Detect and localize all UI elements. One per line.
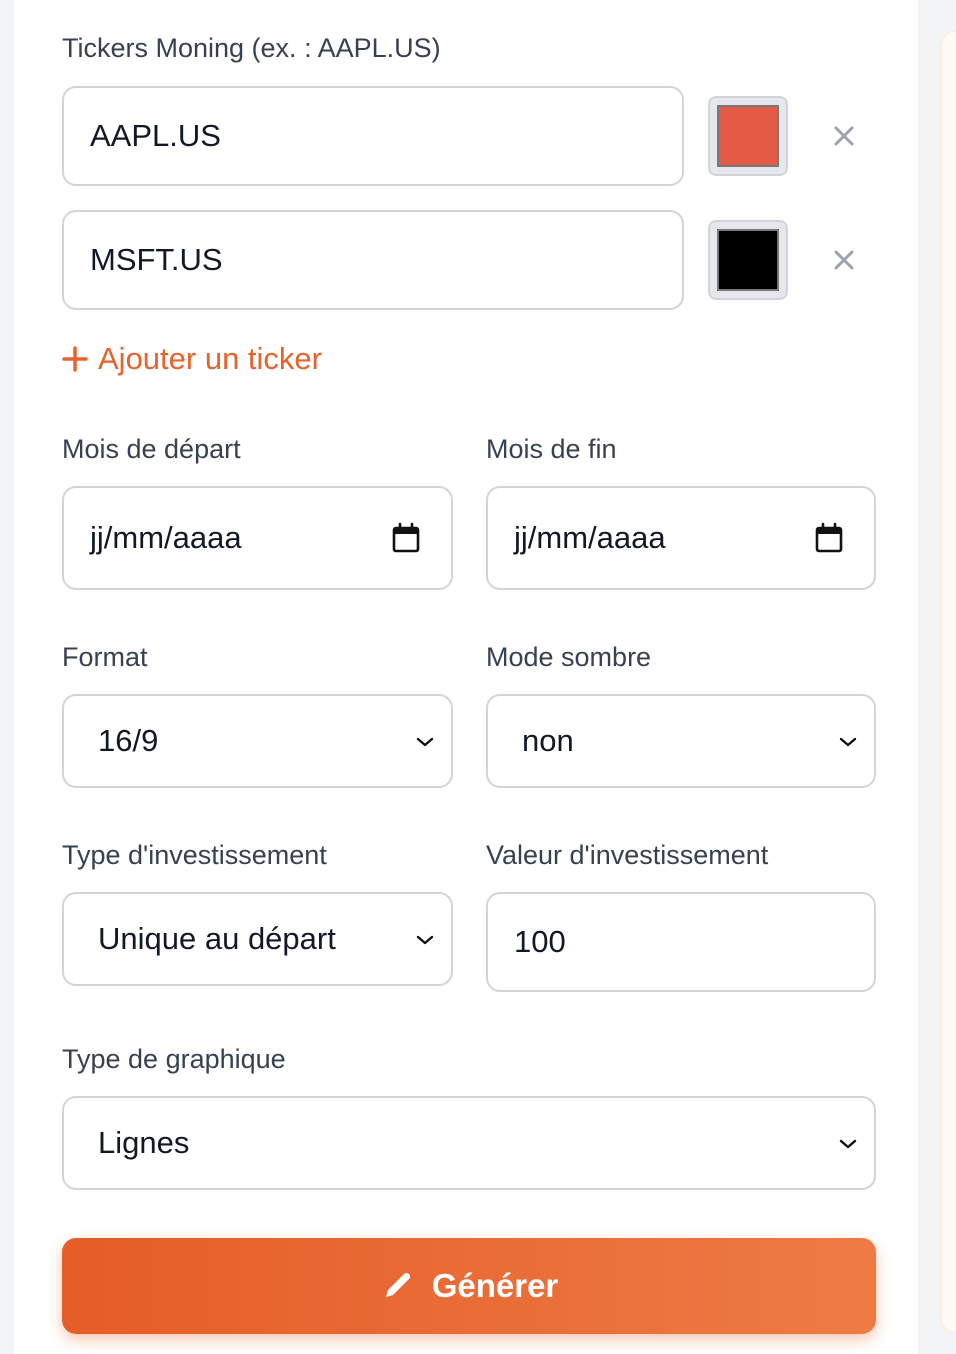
ticker-color-2 [717,229,779,291]
chart-type-select[interactable]: Lignes [62,1096,876,1190]
investment-value-input[interactable]: 100 [486,892,876,992]
tickers-label: Tickers Moning (ex. : AAPL.US) [62,33,441,63]
preview-panel [940,30,956,1334]
ticker-color-1 [717,105,779,167]
start-month-value: jj/mm/aaaa [90,520,242,555]
add-ticker-button[interactable]: Ajouter un ticker [62,338,322,380]
ticker-color-picker-2[interactable] [708,220,788,300]
investment-type-label: Type d'investissement [62,840,327,870]
generate-label: Générer [431,1267,559,1304]
end-month-label: Mois de fin [486,434,617,464]
chevron-down-icon [839,737,857,747]
ticker-input-1[interactable]: AAPL.US [62,86,684,186]
chevron-down-icon [416,935,434,945]
generate-button[interactable]: Générer [62,1238,876,1334]
investment-value-value: 100 [514,924,566,959]
investment-type-value: Unique au départ [98,921,336,956]
start-month-label: Mois de départ [62,434,241,464]
remove-ticker-1-button[interactable] [829,121,859,151]
investment-type-select[interactable]: Unique au départ [62,892,453,986]
dark-mode-value: non [522,723,574,758]
add-ticker-label: Ajouter un ticker [98,341,322,376]
format-label: Format [62,642,148,672]
end-month-value: jj/mm/aaaa [514,520,666,555]
chart-type-label: Type de graphique [62,1044,286,1074]
ticker-input-1-value: AAPL.US [90,118,221,153]
dark-mode-label: Mode sombre [486,642,652,672]
ticker-input-2-value: MSFT.US [90,242,223,277]
end-month-input[interactable]: jj/mm/aaaa [486,486,876,590]
start-month-input[interactable]: jj/mm/aaaa [62,486,453,590]
chevron-down-icon [839,1139,857,1149]
close-icon [834,126,854,146]
dark-mode-select[interactable]: non [486,694,876,788]
format-value: 16/9 [98,723,159,758]
plus-icon [62,346,88,372]
calendar-icon[interactable] [814,522,844,554]
calendar-icon[interactable] [391,522,421,554]
pencil-icon [385,1272,410,1297]
ticker-input-2[interactable]: MSFT.US [62,210,684,310]
investment-value-label: Valeur d'investissement [486,840,769,870]
close-icon [834,250,854,270]
format-select[interactable]: 16/9 [62,694,453,788]
remove-ticker-2-button[interactable] [829,245,859,275]
chevron-down-icon [416,737,434,747]
chart-type-value: Lignes [98,1125,190,1160]
ticker-color-picker-1[interactable] [708,96,788,176]
